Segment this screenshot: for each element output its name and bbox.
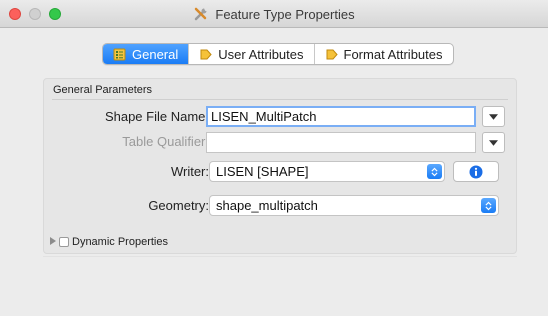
general-tab-icon xyxy=(113,48,126,61)
triangle-down-icon xyxy=(489,113,498,120)
tab-general[interactable]: General xyxy=(103,44,190,64)
tab-user-attributes[interactable]: User Attributes xyxy=(189,44,315,64)
table-qualifier-dropdown-button[interactable] xyxy=(482,132,505,153)
geometry-label: Geometry: xyxy=(148,198,209,213)
writer-select[interactable]: LISEN [SHAPE] xyxy=(209,161,445,182)
section-title: General Parameters xyxy=(53,84,153,96)
geometry-select[interactable]: shape_multipatch xyxy=(209,195,499,216)
table-qualifier-label: Table Qualifier: xyxy=(122,134,209,149)
dynamic-properties-row[interactable]: Dynamic Properties xyxy=(50,236,168,248)
window-title-group: Feature Type Properties xyxy=(0,0,548,28)
window-title: Feature Type Properties xyxy=(215,6,355,22)
triangle-down-icon xyxy=(489,139,498,146)
tab-format-attributes-label: Format Attributes xyxy=(343,46,443,62)
tab-bar: General User Attributes Format Attribute… xyxy=(102,43,454,65)
tab-format-attributes[interactable]: Format Attributes xyxy=(315,44,453,64)
bottom-divider xyxy=(43,256,517,257)
diamond-arrow-icon xyxy=(199,48,212,61)
disclosure-triangle-icon[interactable] xyxy=(50,236,56,248)
shape-file-name-label: Shape File Name: xyxy=(104,109,209,124)
writer-label: Writer: xyxy=(170,164,209,179)
dynamic-properties-label: Dynamic Properties xyxy=(72,236,168,248)
tab-general-label: General xyxy=(132,46,179,62)
wrench-screwdriver-icon xyxy=(193,6,209,22)
writer-select-value: LISEN [SHAPE] xyxy=(216,164,309,179)
shape-file-name-dropdown-button[interactable] xyxy=(482,106,505,127)
section-divider xyxy=(52,99,508,100)
dynamic-properties-checkbox[interactable] xyxy=(59,237,69,247)
title-bar: Feature Type Properties xyxy=(0,0,548,28)
tab-user-attributes-label: User Attributes xyxy=(218,46,304,62)
select-arrows-icon xyxy=(427,164,442,179)
table-qualifier-input[interactable] xyxy=(206,132,476,153)
geometry-select-value: shape_multipatch xyxy=(216,198,318,213)
select-arrows-icon xyxy=(481,198,496,213)
general-parameters-panel: General Parameters Shape File Name: LISE… xyxy=(43,78,517,254)
diamond-arrow-icon xyxy=(325,48,338,61)
info-icon xyxy=(469,165,483,178)
writer-info-button[interactable] xyxy=(453,161,499,182)
shape-file-name-input[interactable]: LISEN_MultiPatch xyxy=(206,106,476,127)
